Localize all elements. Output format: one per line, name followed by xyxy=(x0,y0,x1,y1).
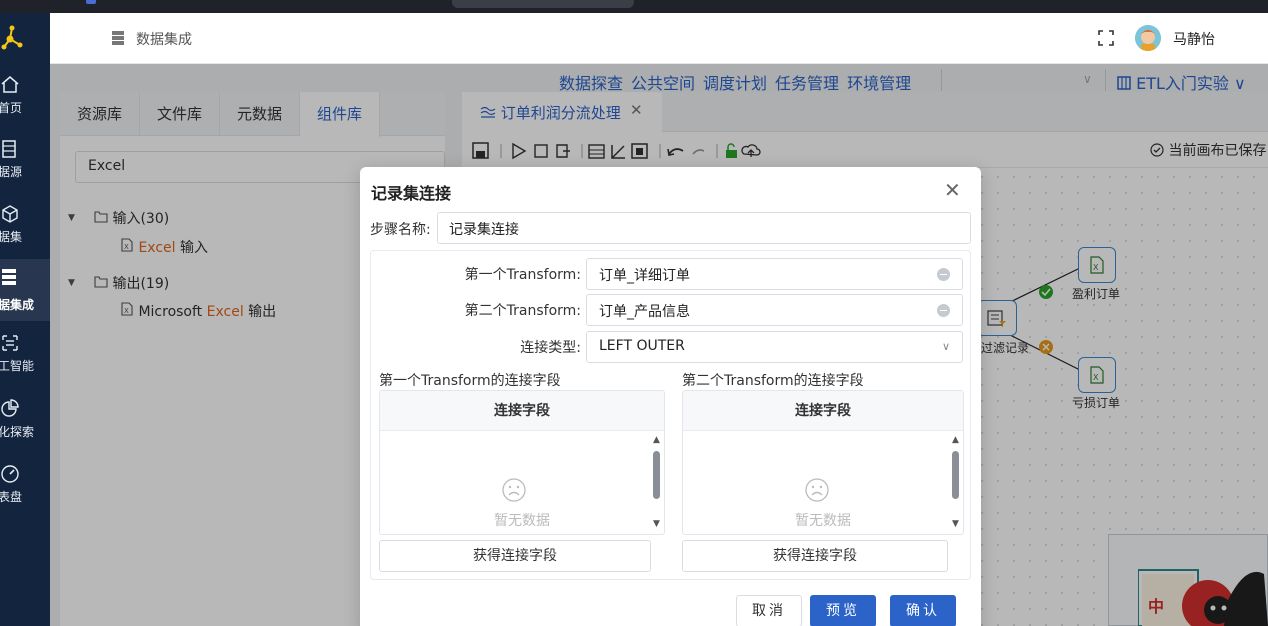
chevron-down-icon: ∨ xyxy=(941,340,950,353)
second-transform-label: 第二个Transform: xyxy=(464,303,581,319)
join-config-box: 第一个Transform: 订单_详细订单 第二个Transform: 订单_产… xyxy=(370,250,971,580)
record-set-join-dialog: 记录集连接 ✕ 步骤名称: 记录集连接 第一个Transform: 订单_详细订… xyxy=(360,167,981,626)
dialog-title: 记录集连接 xyxy=(371,184,452,203)
step-name-value: 记录集连接 xyxy=(449,222,519,238)
get-left-fields-button[interactable]: 获得连接字段 xyxy=(379,540,651,572)
nav-label: 首页 xyxy=(0,101,23,115)
first-transform-select[interactable]: 订单_详细订单 xyxy=(586,258,963,290)
nav-label: 数据集 xyxy=(0,230,23,244)
table-header: 连接字段 xyxy=(683,391,963,431)
avatar-image xyxy=(1135,25,1161,51)
cancel-button[interactable]: 取消 xyxy=(736,595,802,626)
left-fields-table: 连接字段 暂无数据 ▲ ▼ xyxy=(379,390,665,535)
breadcrumb: 数据集成 xyxy=(136,32,192,48)
second-transform-value: 订单_产品信息 xyxy=(599,304,690,320)
table-header: 连接字段 xyxy=(380,391,664,431)
avatar[interactable] xyxy=(1135,25,1161,51)
join-type-label: 连接类型: xyxy=(520,340,581,356)
nav-item-visual[interactable]: 可视化探索 xyxy=(0,393,50,449)
home-icon xyxy=(1,76,19,93)
nav-item-datasource[interactable]: 数据源 xyxy=(0,133,50,189)
second-transform-select[interactable]: 订单_产品信息 xyxy=(586,294,963,326)
fullscreen-icon[interactable] xyxy=(1098,30,1114,46)
top-tab-handle xyxy=(452,0,634,8)
scroll-down-icon[interactable]: ▼ xyxy=(952,519,959,529)
empty-text: 暂无数据 xyxy=(795,513,851,529)
scroll-up-icon[interactable]: ▲ xyxy=(653,435,660,445)
sad-face-icon xyxy=(805,478,829,502)
close-icon[interactable]: ✕ xyxy=(944,178,961,202)
step-name-input[interactable]: 记录集连接 xyxy=(437,212,971,244)
left-nav: 首页 数据源 数据集 数据集成 人工智能 可视化探索 仪表盘 xyxy=(0,13,50,626)
nav-label: 可视化探索 xyxy=(0,425,35,439)
nav-label: 数据集成 xyxy=(0,298,35,312)
integration-icon xyxy=(2,269,16,285)
step-name-label: 步骤名称: xyxy=(370,222,431,238)
join-type-select[interactable]: LEFT OUTER ∨ xyxy=(586,331,963,363)
chart-pie-icon xyxy=(1,399,19,417)
nav-item-dataset[interactable]: 数据集 xyxy=(0,198,50,254)
right-fields-table: 连接字段 暂无数据 ▲ ▼ xyxy=(682,390,964,535)
database-icon xyxy=(2,140,16,158)
first-transform-value: 订单_详细订单 xyxy=(599,268,690,284)
scroll-thumb[interactable] xyxy=(653,451,660,499)
scroll-up-icon[interactable]: ▲ xyxy=(952,435,959,445)
app-logo-icon xyxy=(1,25,23,50)
server-icon xyxy=(112,31,124,45)
scroll-down-icon[interactable]: ▼ xyxy=(653,519,660,529)
top-header: 数据集成 马静怡 xyxy=(50,13,1268,64)
get-right-fields-button[interactable]: 获得连接字段 xyxy=(682,540,948,572)
nav-label: 人工智能 xyxy=(0,359,35,373)
scrollbar[interactable]: ▲ ▼ xyxy=(949,431,963,534)
user-name[interactable]: 马静怡 xyxy=(1173,29,1215,49)
nav-label: 数据源 xyxy=(0,165,23,179)
preview-button[interactable]: 预览 xyxy=(810,595,876,626)
dashboard-icon xyxy=(1,465,19,483)
sad-face-icon xyxy=(502,478,526,502)
nav-label: 仪表盘 xyxy=(0,490,23,504)
top-indicator xyxy=(86,0,96,4)
nav-item-integration[interactable]: 数据集成 xyxy=(0,259,50,321)
nav-item-ai[interactable]: 人工智能 xyxy=(0,327,50,383)
nav-item-home[interactable]: 首页 xyxy=(0,69,50,125)
scroll-thumb[interactable] xyxy=(952,451,959,499)
join-type-value: LEFT OUTER xyxy=(599,338,685,354)
scrollbar[interactable]: ▲ ▼ xyxy=(650,431,664,534)
nav-item-dashboard[interactable]: 仪表盘 xyxy=(0,458,50,514)
clear-icon[interactable] xyxy=(937,304,950,317)
right-fields-label: 第二个Transform的连接字段 xyxy=(682,373,864,389)
left-fields-label: 第一个Transform的连接字段 xyxy=(379,373,561,389)
first-transform-label: 第一个Transform: xyxy=(464,267,581,283)
window-top-strip xyxy=(0,0,1268,13)
cube-icon xyxy=(2,205,18,223)
confirm-button[interactable]: 确认 xyxy=(890,595,956,626)
clear-icon[interactable] xyxy=(937,268,950,281)
empty-text: 暂无数据 xyxy=(494,513,550,529)
ai-icon xyxy=(2,335,18,351)
